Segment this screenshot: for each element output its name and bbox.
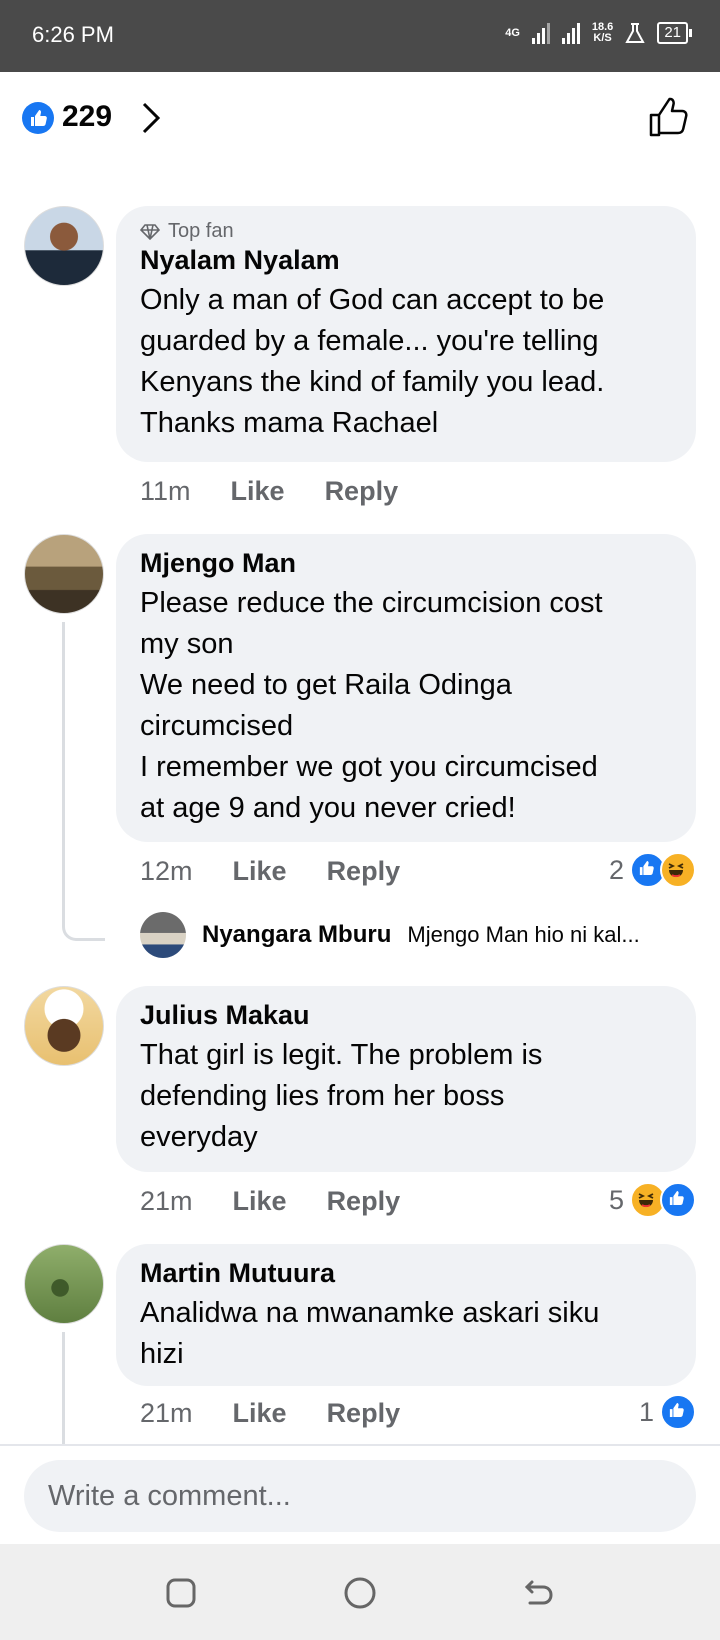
signal-icon [531, 22, 550, 44]
flask-icon [625, 23, 645, 43]
like-reaction-icon [22, 102, 54, 134]
comment-actions: 11m Like Reply [140, 476, 398, 507]
comment-actions: 12m Like Reply [140, 856, 400, 887]
comment-bubble: Julius Makau That girl is legit. The pro… [116, 986, 696, 1172]
comment-author[interactable]: Martin Mutuura [140, 1258, 672, 1289]
battery-icon: 21 [657, 22, 692, 44]
top-fan-label: Top fan [168, 220, 234, 242]
reactions-header: 229 [0, 72, 720, 172]
like-reaction-icon [660, 1394, 696, 1430]
thread-line [62, 622, 105, 941]
network-type-label: 4G [505, 26, 520, 39]
like-button[interactable]: Like [233, 1398, 287, 1429]
reply-button[interactable]: Reply [327, 856, 401, 887]
like-reaction-icon [660, 1182, 696, 1218]
status-bar: 6:26 PM 4G 18.6 K/S 21 [0, 0, 720, 72]
comment-text: That girl is legit. The problem is defen… [140, 1039, 543, 1153]
haha-reaction-icon [660, 852, 696, 888]
reaction-count: 5 [608, 1184, 624, 1215]
comment-reactions[interactable]: 2 [609, 852, 696, 888]
avatar[interactable] [24, 534, 104, 614]
reply-text: Mjengo Man hio ni kal... [407, 922, 640, 947]
comment-time: 12m [140, 856, 193, 886]
thread-line [62, 1332, 65, 1444]
like-button[interactable]: Like [231, 476, 285, 507]
comment-bubble: Mjengo Man Please reduce the circumcisio… [116, 534, 696, 842]
reaction-count: 2 [608, 854, 624, 885]
comment-text: Only a man of God can accept to be guard… [140, 284, 605, 439]
comment-bubble: Martin Mutuura Analidwa na mwanamke aska… [116, 1244, 696, 1386]
comment-reactions[interactable]: 1 [639, 1394, 696, 1430]
comment-bubble: Top fan Nyalam Nyalam Only a man of God … [116, 206, 696, 462]
back-icon[interactable] [522, 1576, 556, 1610]
reply-button[interactable]: Reply [327, 1186, 401, 1217]
avatar[interactable] [24, 1244, 104, 1324]
comment-author[interactable]: Julius Makau [140, 1000, 672, 1031]
home-icon[interactable] [343, 1576, 377, 1610]
comment-actions: 21m Like Reply [140, 1398, 400, 1429]
network-type: 4G [505, 26, 520, 39]
top-fan-badge: Top fan [140, 220, 672, 243]
comment-time: 21m [140, 1186, 193, 1216]
comment-text: Please reduce the circumcision cost my s… [140, 587, 603, 824]
like-button[interactable]: Like [233, 856, 287, 887]
reply-preview[interactable]: Nyangara Mburu Mjengo Man hio ni kal... [140, 912, 700, 958]
reply-button[interactable]: Reply [325, 476, 399, 507]
comment-author[interactable]: Nyalam Nyalam [140, 245, 672, 276]
avatar[interactable] [24, 206, 104, 286]
avatar[interactable] [24, 986, 104, 1066]
signal-icon-2 [561, 22, 580, 44]
chevron-right-icon[interactable] [136, 98, 166, 138]
battery-level: 21 [664, 24, 681, 41]
reaction-count[interactable]: 229 [62, 100, 112, 134]
network-speed: 18.6 K/S [592, 22, 613, 44]
comment-reactions[interactable]: 5 [609, 1182, 696, 1218]
reaction-count: 1 [638, 1396, 654, 1427]
comment-input[interactable]: Write a comment... [24, 1460, 696, 1532]
system-nav-bar [0, 1544, 720, 1640]
reply-button[interactable]: Reply [327, 1398, 401, 1429]
comment-author[interactable]: Mjengo Man [140, 548, 672, 579]
comment-text: Analidwa na mwanamke askari siku hizi [140, 1297, 600, 1370]
status-time: 6:26 PM [32, 22, 114, 47]
diamond-icon [140, 223, 160, 240]
like-outline-icon[interactable] [648, 96, 690, 138]
like-button[interactable]: Like [233, 1186, 287, 1217]
recent-apps-icon[interactable] [164, 1576, 198, 1610]
avatar[interactable] [140, 912, 186, 958]
comment-time: 11m [140, 476, 191, 506]
network-speed-unit: K/S [593, 32, 612, 44]
comment-actions: 21m Like Reply [140, 1186, 400, 1217]
comment-composer: Write a comment... [0, 1444, 720, 1546]
reply-author[interactable]: Nyangara Mburu [202, 921, 391, 949]
comment-time: 21m [140, 1398, 193, 1428]
